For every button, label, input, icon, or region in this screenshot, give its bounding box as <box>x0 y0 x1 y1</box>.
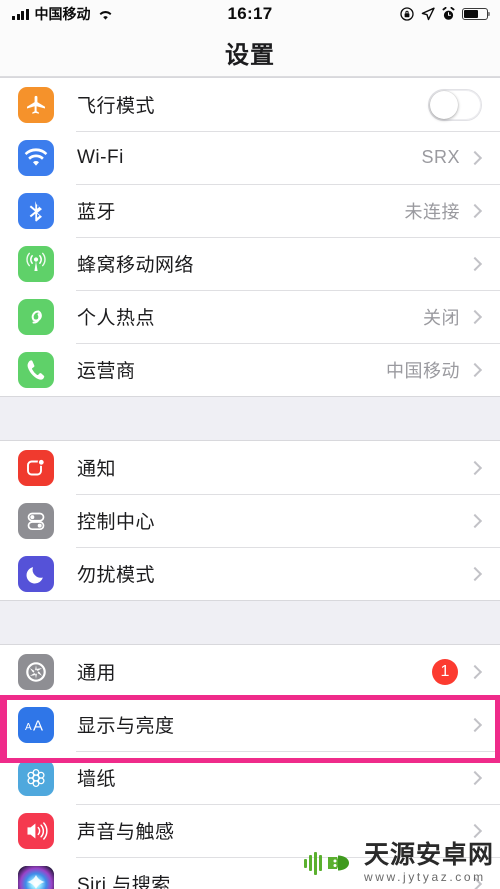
settings-row-label: 运营商 <box>77 361 136 382</box>
status-bar: 中国移动 16:17 <box>0 0 500 28</box>
settings-row-label: 通知 <box>77 459 117 480</box>
status-bar-right <box>273 7 491 21</box>
watermark-bars-icon <box>303 850 322 876</box>
watermark: 天源安卓网 www.jytyaz.com <box>303 841 494 884</box>
settings-row-label: 飞行模式 <box>77 96 156 117</box>
airplane-icon <box>18 86 54 123</box>
cellular-antenna-icon <box>18 245 54 282</box>
settings-row-carrier[interactable]: 运营商 中国移动 <box>0 343 500 396</box>
settings-row-label: 勿扰模式 <box>77 565 156 586</box>
signal-bars-icon <box>12 8 29 20</box>
chevron-right-icon <box>467 717 483 732</box>
settings-row-general[interactable]: 通用 1 <box>0 645 500 698</box>
android-head-icon <box>327 855 349 871</box>
status-badge: 1 <box>432 658 458 685</box>
chevron-right-icon <box>467 566 483 581</box>
settings-row-control-center[interactable]: 控制中心 <box>0 494 500 547</box>
svg-text:A: A <box>33 717 43 734</box>
display-brightness-aa-icon: A A <box>18 706 54 743</box>
watermark-url: www.jytyaz.com <box>363 870 486 884</box>
carrier-label: 中国移动 <box>34 6 91 22</box>
rotation-lock-icon <box>400 7 414 21</box>
chevron-right-icon <box>467 203 483 218</box>
settings-row-cellular[interactable]: 蜂窝移动网络 <box>0 237 500 290</box>
battery-icon <box>462 8 491 20</box>
svg-text:A: A <box>25 722 32 733</box>
settings-group-connectivity: 飞行模式 Wi-Fi SRX 蓝牙 未连接 蜂窝移动网络 个人热点 关闭 运营商… <box>0 77 500 397</box>
settings-row-notifications[interactable]: 通知 <box>0 441 500 494</box>
carrier-value: 中国移动 <box>386 360 460 381</box>
settings-row-label: Wi-Fi <box>77 146 124 168</box>
settings-row-label: 声音与触感 <box>77 822 175 843</box>
settings-row-personal-hotspot[interactable]: 个人热点 关闭 <box>0 290 500 343</box>
wifi-icon <box>99 10 111 20</box>
settings-row-bluetooth[interactable]: 蓝牙 未连接 <box>0 184 500 237</box>
status-bar-clock: 16:17 <box>227 4 273 23</box>
settings-row-label: 蓝牙 <box>77 202 117 223</box>
chevron-right-icon <box>467 513 483 528</box>
settings-row-wallpaper[interactable]: 墙纸 <box>0 751 500 804</box>
settings-list: 飞行模式 Wi-Fi SRX 蓝牙 未连接 蜂窝移动网络 个人热点 关闭 运营商… <box>0 77 500 889</box>
notifications-icon <box>18 449 54 486</box>
settings-row-display-brightness[interactable]: A A 显示与亮度 <box>0 698 500 751</box>
hotspot-icon <box>18 298 54 335</box>
control-center-icon <box>18 502 54 539</box>
settings-row-wifi[interactable]: Wi-Fi SRX <box>0 131 500 184</box>
chevron-right-icon <box>467 150 483 165</box>
settings-row-do-not-disturb[interactable]: 勿扰模式 <box>0 547 500 600</box>
bluetooth-icon <box>18 192 54 229</box>
settings-row-label: 墙纸 <box>77 769 117 790</box>
wifi-icon <box>18 139 54 176</box>
settings-group-notifications: 通知 控制中心 勿扰模式 <box>0 440 500 601</box>
do-not-disturb-moon-icon <box>18 555 54 592</box>
chevron-right-icon <box>467 256 483 271</box>
bluetooth-status-value: 未连接 <box>404 201 460 222</box>
chevron-right-icon <box>467 362 483 377</box>
settings-row-label: 控制中心 <box>77 512 156 533</box>
settings-row-label: 显示与亮度 <box>77 716 175 737</box>
settings-row-label: 蜂窝移动网络 <box>77 255 195 276</box>
chevron-right-icon <box>467 309 483 324</box>
section-gap <box>0 397 500 440</box>
alarm-clock-icon <box>442 7 455 20</box>
watermark-text: 天源安卓网 www.jytyaz.com <box>363 841 494 884</box>
settings-row-label: 个人热点 <box>77 308 156 329</box>
chevron-right-icon <box>467 664 483 679</box>
airplane-mode-toggle[interactable] <box>428 88 482 121</box>
section-gap <box>0 601 500 644</box>
sounds-haptics-speaker-icon <box>18 812 54 849</box>
gear-icon <box>18 653 54 690</box>
watermark-title: 天源安卓网 <box>363 841 494 869</box>
status-bar-left: 中国移动 <box>12 4 228 24</box>
navigation-bar: 设置 <box>0 28 500 77</box>
chevron-right-icon <box>467 823 483 838</box>
settings-screen: 中国移动 16:17 设置 飞行模式 Wi-Fi SRX 蓝牙 未连接 蜂窝移动… <box>0 0 500 889</box>
settings-row-label: 通用 <box>77 663 117 684</box>
location-arrow-icon <box>421 7 435 21</box>
settings-row-airplane-mode[interactable]: 飞行模式 <box>0 78 500 131</box>
hotspot-status-value: 关闭 <box>423 307 460 328</box>
toggle-knob <box>430 90 458 119</box>
siri-icon <box>18 865 54 889</box>
page-title: 设置 <box>225 41 275 69</box>
android-logo-icon <box>303 848 358 878</box>
wallpaper-flower-icon <box>18 759 54 796</box>
phone-icon <box>18 351 54 388</box>
wifi-network-value: SRX <box>421 147 460 167</box>
chevron-right-icon <box>467 460 483 475</box>
chevron-right-icon <box>467 770 483 785</box>
